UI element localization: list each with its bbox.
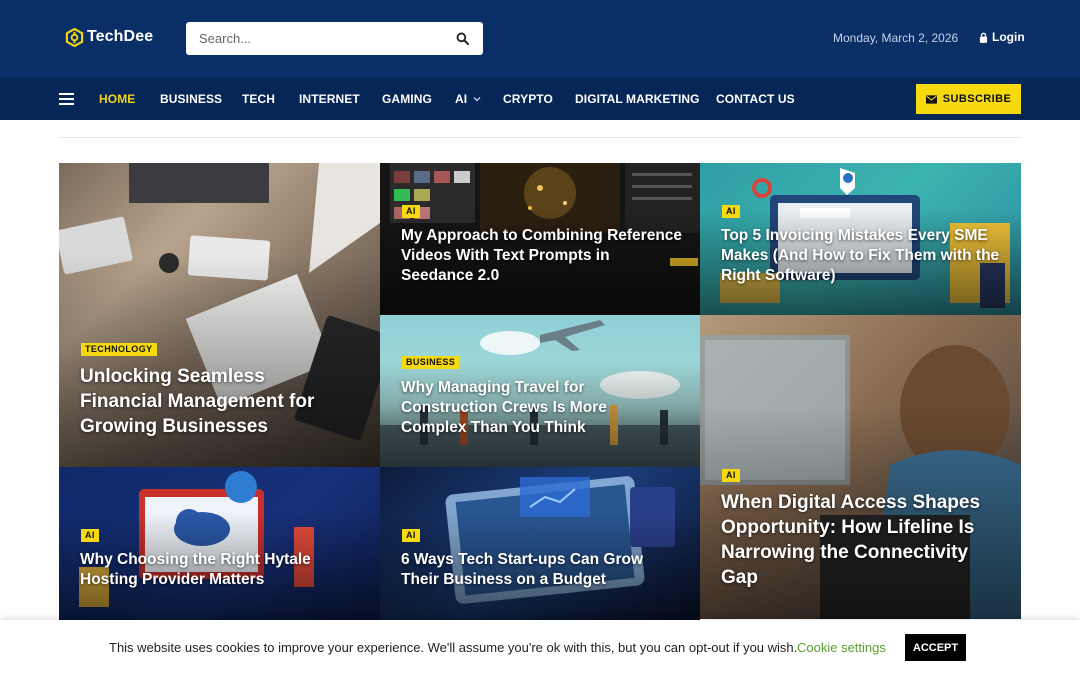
article-title[interactable]: My Approach to Combining Reference Video… bbox=[401, 226, 686, 286]
article-title[interactable]: Unlocking Seamless Financial Management … bbox=[80, 364, 350, 439]
logo-hexagon-icon bbox=[65, 27, 84, 47]
nav-item-gaming[interactable]: GAMING bbox=[382, 92, 432, 106]
envelope-icon bbox=[925, 94, 937, 104]
lock-icon bbox=[979, 32, 988, 43]
subscribe-button[interactable]: SUBSCRIBE bbox=[916, 84, 1021, 114]
article-title[interactable]: Why Choosing the Right Hytale Hosting Pr… bbox=[80, 550, 360, 590]
chevron-down-icon bbox=[473, 97, 481, 102]
nav-item-business[interactable]: BUSINESS bbox=[160, 92, 222, 106]
article-card-7[interactable]: AI 6 Ways Tech Start-ups Can Grow Their … bbox=[380, 467, 700, 620]
cookie-settings-link[interactable]: Cookie settings bbox=[797, 640, 886, 655]
search-icon[interactable] bbox=[456, 32, 469, 45]
category-badge[interactable]: BUSINESS bbox=[402, 356, 460, 369]
article-card-5[interactable]: AI When Digital Access Shapes Opportunit… bbox=[700, 315, 1021, 619]
cookie-message: This website uses cookies to improve you… bbox=[109, 640, 798, 655]
nav-item-tech[interactable]: TECH bbox=[242, 92, 275, 106]
login-link[interactable]: Login bbox=[979, 30, 1025, 44]
category-badge[interactable]: AI bbox=[402, 529, 420, 542]
main-navigation: HOME BUSINESS TECH INTERNET GAMING AI CR… bbox=[0, 78, 1080, 120]
category-badge[interactable]: AI bbox=[81, 529, 99, 542]
nav-item-internet[interactable]: INTERNET bbox=[299, 92, 360, 106]
nav-item-crypto[interactable]: CRYPTO bbox=[503, 92, 553, 106]
category-badge[interactable]: TECHNOLOGY bbox=[81, 343, 157, 356]
login-label: Login bbox=[992, 30, 1025, 44]
article-card-3[interactable]: AI Top 5 Invoicing Mistakes Every SME Ma… bbox=[700, 163, 1021, 315]
subscribe-label: SUBSCRIBE bbox=[942, 93, 1012, 105]
search-box bbox=[186, 22, 483, 55]
article-card-6[interactable]: AI Why Choosing the Right Hytale Hosting… bbox=[59, 467, 380, 620]
menu-hamburger-icon[interactable] bbox=[59, 93, 74, 105]
search-input[interactable] bbox=[186, 22, 446, 55]
nav-item-ai[interactable]: AI bbox=[455, 92, 481, 106]
article-card-2[interactable]: AI My Approach to Combining Reference Vi… bbox=[380, 163, 700, 315]
nav-item-ai-label: AI bbox=[455, 92, 468, 106]
current-date: Monday, March 2, 2026 bbox=[833, 31, 959, 45]
article-title[interactable]: Top 5 Invoicing Mistakes Every SME Makes… bbox=[721, 226, 1009, 286]
category-badge[interactable]: AI bbox=[402, 205, 420, 218]
top-header: TechDee Monday, March 2, 2026 Login bbox=[0, 0, 1080, 78]
site-logo[interactable]: TechDee bbox=[65, 26, 153, 48]
article-title[interactable]: When Digital Access Shapes Opportunity: … bbox=[721, 490, 1006, 590]
nav-item-home[interactable]: HOME bbox=[99, 92, 135, 106]
article-card-1[interactable]: TECHNOLOGY Unlocking Seamless Financial … bbox=[59, 163, 380, 467]
divider bbox=[59, 137, 1021, 138]
nav-item-contact-us[interactable]: CONTACT US bbox=[716, 92, 795, 106]
logo-text: TechDee bbox=[87, 28, 154, 45]
category-badge[interactable]: AI bbox=[722, 469, 740, 482]
cookie-consent-bar: This website uses cookies to improve you… bbox=[0, 620, 1080, 675]
article-title[interactable]: 6 Ways Tech Start-ups Can Grow Their Bus… bbox=[401, 550, 671, 590]
nav-item-digital-marketing[interactable]: DIGITAL MARKETING bbox=[575, 92, 700, 106]
accept-cookies-button[interactable]: ACCEPT bbox=[905, 634, 966, 661]
article-title[interactable]: Why Managing Travel for Construction Cre… bbox=[401, 378, 651, 438]
category-badge[interactable]: AI bbox=[722, 205, 740, 218]
article-card-4[interactable]: BUSINESS Why Managing Travel for Constru… bbox=[380, 315, 700, 467]
